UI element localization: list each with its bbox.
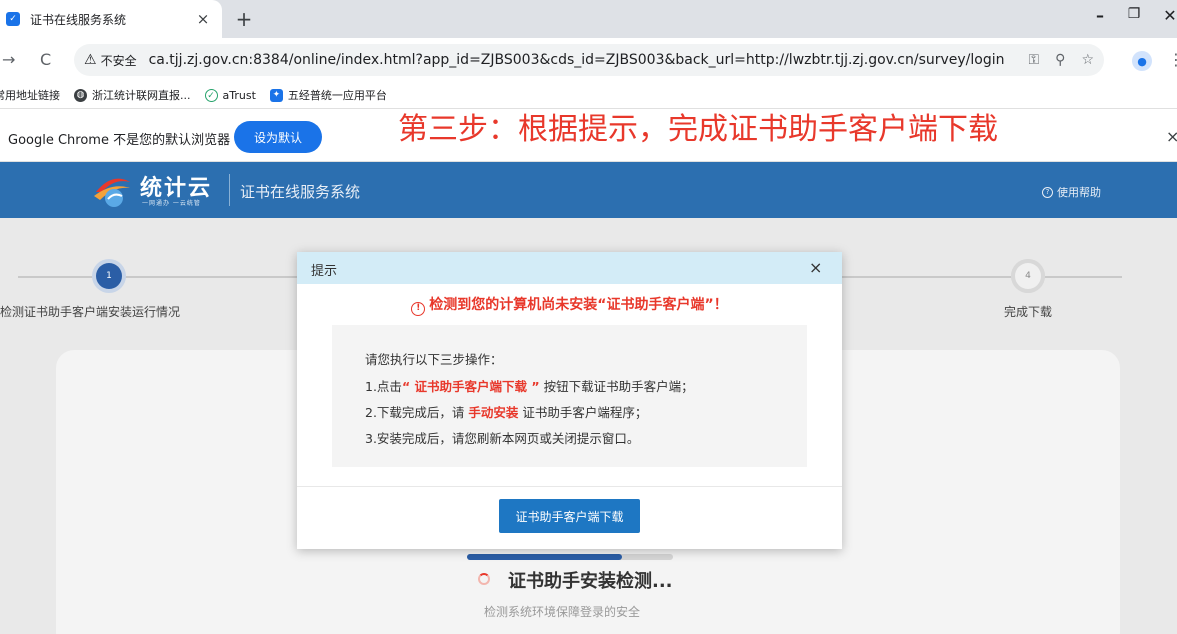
stepper-line-left bbox=[18, 276, 298, 278]
browser-toolbar: → C ⚠ 不安全 ca.tjj.zj.gov.cn:8384/online/i… bbox=[0, 38, 1177, 82]
instruction-annotation: 第三步：根据提示，完成证书助手客户端下载 bbox=[398, 112, 998, 147]
set-default-button[interactable]: 设为默认 bbox=[234, 121, 323, 153]
detection-title: 证书助手安装检测... bbox=[508, 571, 673, 592]
dialog-header: 提示 × bbox=[297, 252, 842, 284]
step-1-circle: 1 bbox=[96, 263, 122, 289]
instructions-intro: 请您执行以下三步操作： bbox=[365, 352, 503, 367]
help-link[interactable]: ? 使用帮助 bbox=[1042, 184, 1101, 200]
infobar-text: Google Chrome 不是您的默认浏览器 bbox=[8, 133, 231, 148]
detection-progress-fill bbox=[467, 554, 622, 560]
step-4-circle: 4 bbox=[1015, 263, 1041, 289]
system-title: 证书在线服务系统 bbox=[240, 183, 361, 201]
loading-spinner-icon bbox=[478, 573, 490, 585]
instruction-step-1: 1.点击“ 证书助手客户端下载 ” 按钮下载证书助手客户端； bbox=[365, 379, 694, 394]
window-minimize-button[interactable]: – bbox=[1088, 6, 1112, 25]
download-client-button[interactable]: 证书助手客户端下载 bbox=[499, 499, 640, 533]
logo-subtitle: 一网通办 一云统管 bbox=[142, 200, 201, 207]
not-secure-label[interactable]: 不安全 bbox=[101, 52, 137, 69]
atrust-icon: ✓ bbox=[204, 88, 218, 102]
help-circle-icon: ? bbox=[1042, 186, 1053, 198]
site-favicon-icon: ✓ bbox=[6, 12, 20, 26]
new-tab-button[interactable]: + bbox=[232, 7, 256, 31]
bookmark-item[interactable]: ✓ aTrust bbox=[204, 88, 256, 102]
window-restore-button[interactable]: ❐ bbox=[1122, 6, 1146, 22]
key-icon[interactable]: ⚿ bbox=[1029, 52, 1040, 68]
bookmark-item[interactable]: 常用地址链接 bbox=[0, 87, 60, 103]
star-icon[interactable]: ☆ bbox=[1081, 52, 1094, 68]
dialog-alert: ! 检测到您的计算机尚未安装“证书助手客户端”！ bbox=[297, 294, 842, 316]
site-header: 统计云 一网通办 一云统管 证书在线服务系统 ? 使用帮助 bbox=[0, 162, 1177, 218]
address-bar[interactable]: ⚠ 不安全 ca.tjj.zj.gov.cn:8384/online/index… bbox=[74, 44, 1104, 76]
tongjiyun-logo-icon bbox=[94, 178, 130, 207]
globe-icon: ◍ bbox=[74, 88, 87, 102]
dialog-title: 提示 bbox=[311, 264, 338, 279]
zoom-icon[interactable]: ⚲ bbox=[1055, 52, 1065, 68]
detection-subtitle: 检测系统环境保障登录的安全 bbox=[484, 605, 641, 619]
step-1-label: 检测证书助手客户端安装运行情况 bbox=[0, 305, 181, 319]
detection-progress-bar bbox=[467, 554, 673, 560]
stepper-line-right bbox=[842, 276, 1122, 278]
dialog-divider bbox=[297, 486, 842, 487]
tab-title: 证书在线服务系统 bbox=[30, 12, 127, 27]
browser-tab[interactable]: ✓ 证书在线服务系统 × bbox=[0, 0, 222, 38]
warning-icon: ⚠ bbox=[84, 52, 97, 68]
infobar-close-icon[interactable]: × bbox=[1166, 127, 1177, 146]
prompt-dialog: 提示 × ! 检测到您的计算机尚未安装“证书助手客户端”！ 请您执行以下三步操作：… bbox=[297, 252, 842, 549]
forward-icon[interactable]: → bbox=[2, 50, 15, 69]
bookmark-item[interactable]: ✦ 五经普统一应用平台 bbox=[269, 87, 387, 103]
profile-avatar-icon[interactable]: ● bbox=[1132, 51, 1152, 71]
instruction-step-2: 2.下载完成后，请 手动安装 证书助手客户端程序； bbox=[365, 405, 648, 420]
reload-icon[interactable]: C bbox=[40, 50, 51, 69]
dialog-close-icon[interactable]: × bbox=[809, 258, 822, 277]
more-menu-icon[interactable]: ⋮ bbox=[1168, 50, 1177, 69]
url-text[interactable]: ca.tjj.zj.gov.cn:8384/online/index.html?… bbox=[149, 52, 1021, 68]
header-divider bbox=[229, 174, 230, 206]
feather-icon: ✦ bbox=[269, 88, 283, 102]
instructions-box: 请您执行以下三步操作： 1.点击“ 证书助手客户端下载 ” 按钮下载证书助手客户… bbox=[332, 325, 807, 467]
instruction-step-3: 3.安装完成后，请您刷新本网页或关闭提示窗口。 bbox=[365, 431, 640, 446]
alert-circle-icon: ! bbox=[411, 302, 426, 316]
browser-tab-strip: ✓ 证书在线服务系统 × + – ❐ ✕ bbox=[0, 0, 1177, 38]
window-close-button[interactable]: ✕ bbox=[1158, 6, 1177, 25]
omnibox-actions: ⚿ ⚲ ☆ bbox=[1029, 52, 1094, 68]
bookmark-item[interactable]: ◍ 浙江统计联网直报... bbox=[74, 87, 191, 103]
step-4-label: 完成下载 bbox=[1004, 305, 1053, 319]
tab-close-icon[interactable]: × bbox=[194, 10, 212, 28]
